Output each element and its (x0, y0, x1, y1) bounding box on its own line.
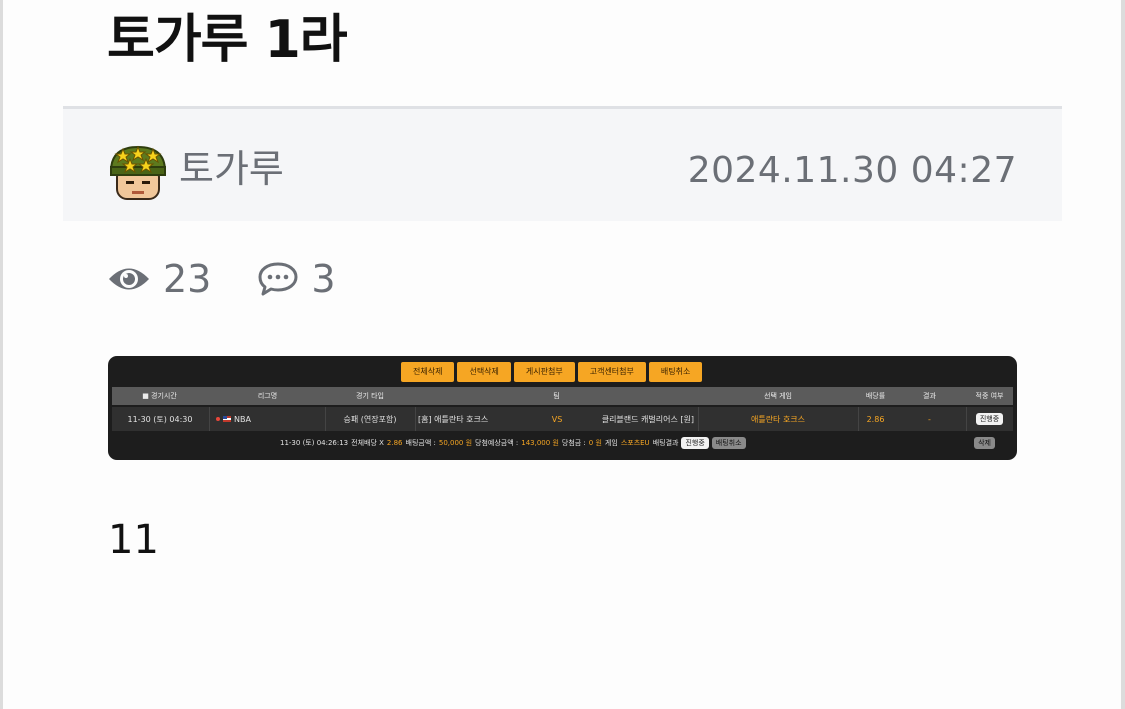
comment-count[interactable]: 3 (257, 257, 336, 301)
summary-cancel-button[interactable]: 배팅취소 (711, 437, 746, 449)
header-type: 경기 타입 (356, 392, 384, 400)
right-scrollbar-track[interactable] (1121, 0, 1125, 709)
row-vs: VS (551, 414, 563, 424)
bet-table-header: ■ 경기시간 리그명 경기 타입 팀 선택 게임 배당률 결과 적중 여부 (112, 387, 1013, 405)
summary-delete-button[interactable]: 삭제 (974, 437, 995, 449)
bet-summary-line: 11-30 (토) 04:26:13 전체배당 X 2.86 배팅금액 : 50… (280, 433, 746, 453)
delete-selected-button[interactable]: 선택삭제 (457, 362, 511, 382)
bet-slip-toolbar: 전체삭제 선택삭제 게시판첨부 고객센터첨부 배팅취소 (401, 362, 703, 382)
summary-expected-label: 당첨예상금액 : (475, 439, 519, 447)
summary-won-amount: 0 원 (588, 439, 602, 447)
delete-all-button[interactable]: 전체삭제 (401, 362, 455, 382)
row-pick: 애틀란타 호크스 (750, 414, 806, 424)
row-time: 11-30 (토) 04:30 (127, 414, 193, 424)
post-body: 11 (108, 517, 159, 563)
summary-expected-amount: 143,000 원 (521, 439, 559, 447)
header-league: 리그명 (257, 392, 278, 400)
comment-count-value: 3 (311, 257, 336, 301)
header-time: ■ 경기시간 (142, 392, 177, 400)
view-count-value: 23 (163, 257, 212, 301)
eye-icon (107, 264, 151, 294)
row-league: NBA (210, 407, 325, 431)
attach-support-button[interactable]: 고객센터첨부 (577, 362, 646, 382)
bet-table-row[interactable]: 11-30 (토) 04:30 NBA 승패 (연장포함) [홈] 애틀란타 호… (112, 407, 1013, 431)
header-status: 적중 여부 (975, 392, 1004, 400)
cancel-bet-button[interactable]: 배팅취소 (648, 362, 703, 382)
bet-summary: 11-30 (토) 04:26:13 전체배당 X 2.86 배팅금액 : 50… (112, 433, 1013, 453)
header-pick: 선택 게임 (764, 392, 792, 400)
post-title: 토가루 1라 (107, 10, 348, 70)
row-type: 승패 (연장포함) (343, 414, 397, 424)
summary-datetime: 11-30 (토) 04:26:13 (280, 439, 349, 447)
summary-result-label: 배팅결과 (652, 439, 679, 447)
row-status: 진행중 (966, 407, 1013, 431)
post-meta-panel: 토가루 2024.11.30 04:27 (63, 106, 1062, 221)
summary-won-label: 당첨금 : (561, 439, 586, 447)
summary-result-badge: 진행중 (681, 437, 709, 449)
row-league-name: NBA (234, 414, 251, 424)
summary-total-odds: 2.86 (386, 439, 403, 447)
left-border (0, 0, 3, 709)
summary-game-label: 게임 (604, 439, 618, 447)
page: 토가루 1라 토가루 2024.11.30 04:27 23 3 전체삭제 선택… (0, 0, 1125, 709)
summary-game-value: 스포츠EU (620, 439, 650, 447)
soldier-avatar-icon[interactable] (107, 141, 169, 203)
row-odds: 2.86 (866, 414, 885, 424)
post-author[interactable]: 토가루 (179, 145, 284, 193)
row-result: - (928, 414, 931, 424)
summary-bet-label: 배팅금액 : (405, 439, 436, 447)
summary-total-odds-label: 전체배당 X (351, 439, 384, 447)
betting-slip-image: 전체삭제 선택삭제 게시판첨부 고객센터첨부 배팅취소 ■ 경기시간 리그명 경… (108, 356, 1017, 460)
row-status-badge: 진행중 (975, 413, 1004, 425)
header-odds: 배당률 (865, 392, 886, 400)
usa-flag-icon (223, 416, 231, 422)
speech-bubble-icon (257, 261, 299, 297)
row-home-team: [홈] 애틀란타 호크스 (418, 414, 489, 424)
row-away-team: 클리블랜드 캐벌리어스 [원] (601, 414, 694, 424)
summary-bet-amount: 50,000 원 (438, 439, 473, 447)
attach-board-button[interactable]: 게시판첨부 (513, 362, 575, 382)
post-date: 2024.11.30 04:27 (687, 150, 1017, 191)
live-dot-icon (216, 417, 220, 421)
header-result: 결과 (923, 392, 936, 400)
view-count: 23 (107, 257, 211, 301)
post-stats: 23 3 (107, 254, 336, 304)
header-team: 팀 (553, 392, 560, 400)
